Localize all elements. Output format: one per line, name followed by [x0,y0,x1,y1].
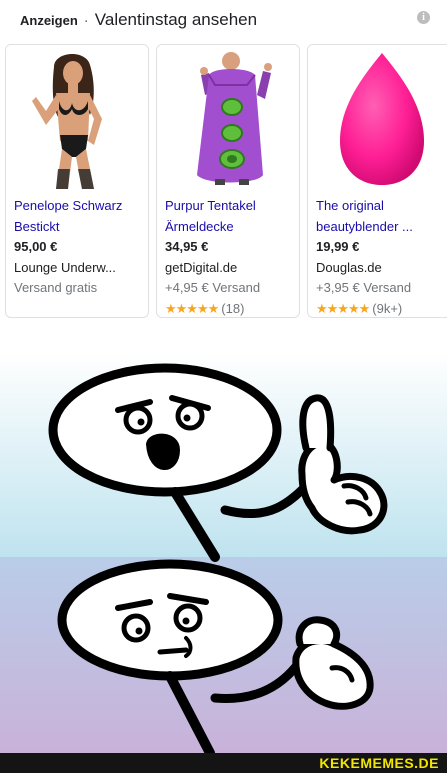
product-title[interactable]: The original beautyblender ... [316,196,446,237]
rating-row: ★★★★★ (18) [165,299,295,318]
shipping-info: Versand gratis [14,280,98,295]
ads-label: Anzeigen [20,13,78,28]
product-title[interactable]: Penelope Schwarz Bestickt [14,196,144,237]
product-info: The original beautyblender ... 19,99 € Do… [316,196,446,318]
shipping-info: +3,95 € Versand [316,280,412,295]
product-price: 19,99 € [316,239,360,254]
product-card-tentacle[interactable]: Purpur Tentakel Ärmeldecke 34,95 € getDig… [156,44,300,318]
product-price: 95,00 € [14,239,58,254]
product-card-lingerie[interactable]: Penelope Schwarz Bestickt 95,00 € Lounge … [5,44,149,318]
star-rating-icon: ★★★★★ [165,300,219,316]
rating-row: ★★★★★ (9k+) [316,299,446,318]
review-count[interactable]: (18) [221,301,244,316]
info-icon[interactable]: i [417,11,430,24]
watermark-text: KEKEMEMES.DE [319,755,439,771]
ads-header: Anzeigen · Valentinstag ansehen [20,10,257,32]
separator-dot: · [83,12,89,29]
review-count[interactable]: (9k+) [372,301,402,316]
product-info: Purpur Tentakel Ärmeldecke 34,95 € getDig… [165,196,295,318]
watermark-bar: KEKEMEMES.DE [0,753,447,773]
product-info: Penelope Schwarz Bestickt 95,00 € Lounge … [14,196,144,299]
shipping-info: +4,95 € Versand [165,280,261,295]
product-title[interactable]: Purpur Tentakel Ärmeldecke [165,196,295,237]
shopping-ads-section: Anzeigen · Valentinstag ansehen i Penelo… [0,0,447,340]
ads-title[interactable]: Valentinstag ansehen [95,10,257,30]
lingerie-model-image[interactable] [6,45,148,189]
purple-tentacle-image[interactable] [157,45,299,189]
stickman-meme-image [0,352,447,753]
merchant-name: Douglas.de [316,259,382,275]
product-price: 34,95 € [165,239,209,254]
merchant-name: Lounge Underw... [14,259,116,275]
pink-sponge-image[interactable] [308,45,447,189]
star-rating-icon: ★★★★★ [316,300,370,316]
product-card-beautyblender[interactable]: The original beautyblender ... 19,99 € Do… [307,44,447,318]
merchant-name: getDigital.de [165,259,238,275]
